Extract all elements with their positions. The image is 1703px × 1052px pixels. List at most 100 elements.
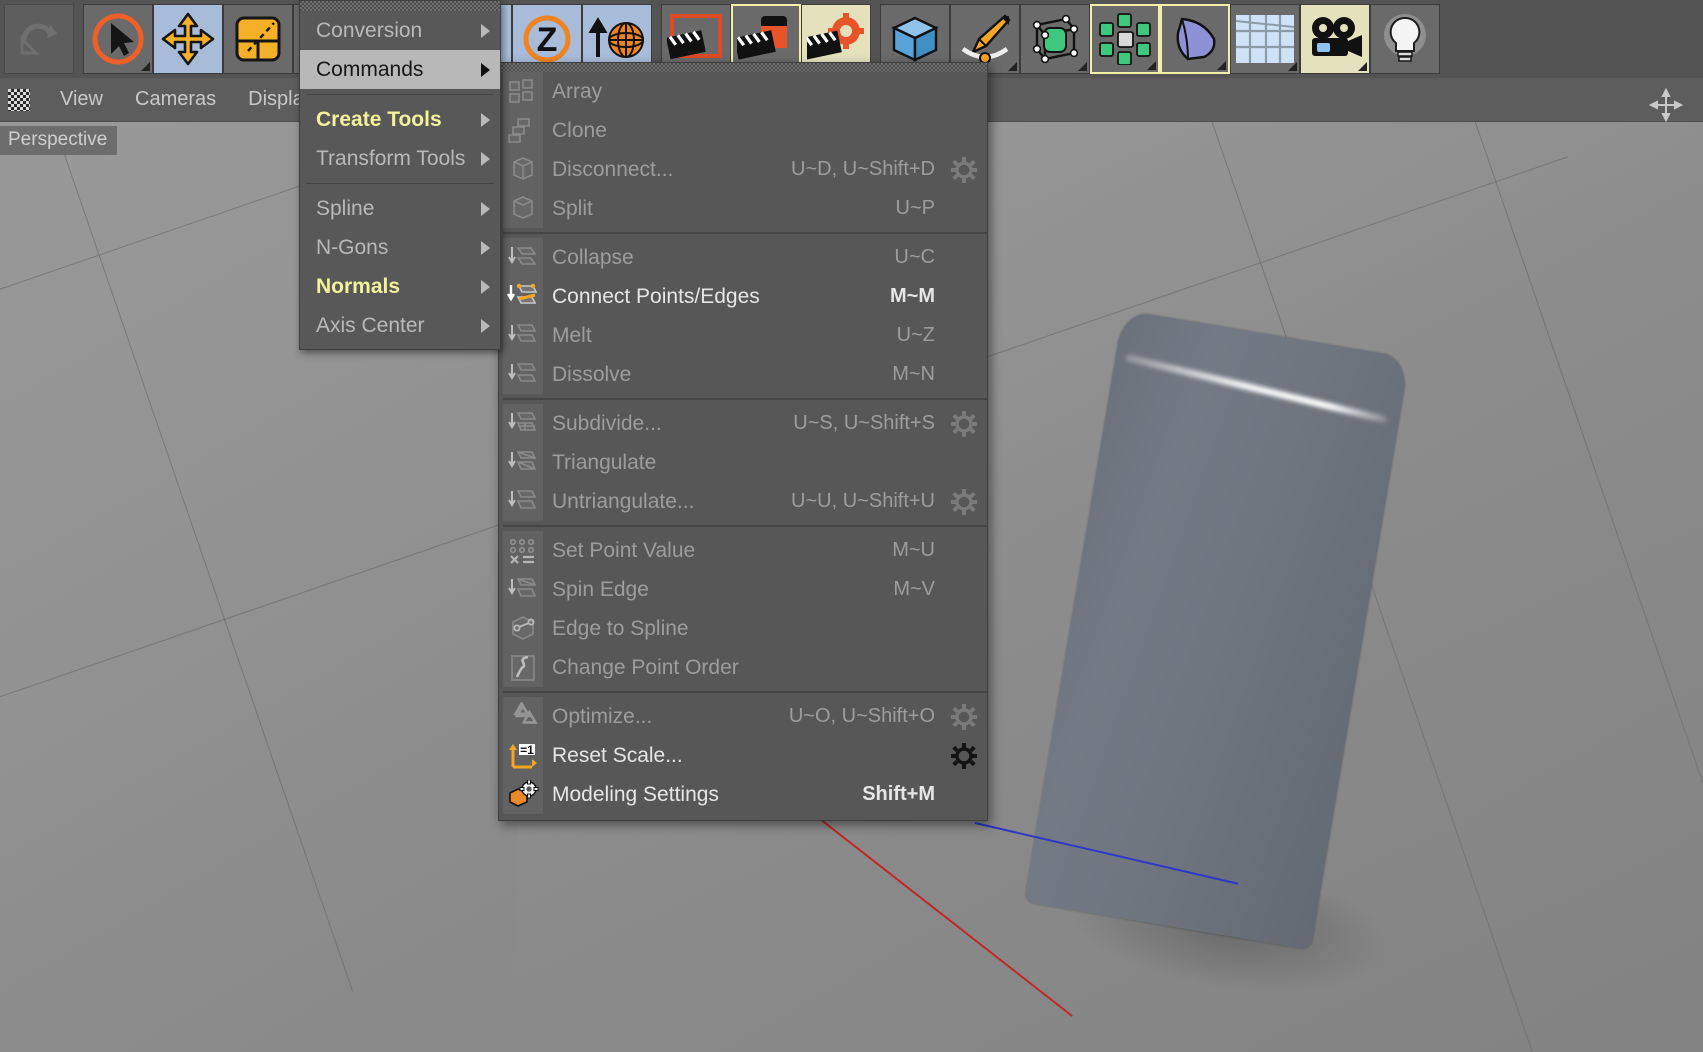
submenu-item-shortcut: M~N [892, 363, 935, 385]
camera-expand-corner[interactable] [1358, 62, 1367, 71]
scale-square-icon [230, 11, 286, 67]
change-point-order-icon [503, 651, 543, 685]
connect-edges-icon [503, 280, 543, 314]
submenu-item-triangulate: Triangulate [499, 443, 987, 482]
floor-environment-button[interactable] [1230, 4, 1300, 74]
set-point-value-icon [503, 534, 543, 568]
selection-tool-button[interactable] [83, 4, 153, 74]
submenu-item-label: Untriangulate... [552, 489, 695, 513]
submenu-group: Subdivide... U~S, U~Shift+S Triangulate U… [499, 404, 987, 521]
pen-expand-corner[interactable] [1008, 62, 1017, 71]
settings-gear-icon[interactable] [949, 703, 979, 730]
menu-item-axis-center[interactable]: Axis Center [300, 306, 500, 345]
submenu-item-label: Collapse [552, 245, 634, 269]
move-arrows-icon [160, 11, 216, 67]
submenu-item-label: Change Point Order [552, 655, 739, 679]
viewport-name-label: Perspective [0, 126, 118, 155]
globe-arrow-icon [586, 11, 648, 67]
menu-item-label: Normals [316, 274, 401, 298]
submenu-item-label: Reset Scale... [552, 743, 683, 767]
submenu-item-set-point-value: Set Point Value M~U [499, 531, 987, 570]
deformer-expand-corner[interactable] [1217, 61, 1226, 70]
floor-expand-corner[interactable] [1288, 62, 1297, 71]
submenu-group: Array Clone Disconnect... U~D, U~Shift+D … [499, 72, 987, 228]
menu-item-commands[interactable]: Commands [300, 50, 500, 89]
edge-to-spline-icon [503, 612, 543, 646]
submenu-item-label: Modeling Settings [552, 782, 719, 806]
submenu-item-connect-points-edges[interactable]: Connect Points/Edges M~M [499, 277, 987, 316]
menu-item-label: Conversion [316, 18, 423, 42]
undo-button[interactable] [4, 4, 74, 74]
menubar-item-view[interactable]: View [44, 88, 119, 111]
move-cross-icon[interactable] [1648, 87, 1684, 125]
nurbs-generator-button[interactable] [1020, 4, 1090, 74]
submenu-drag-strip[interactable] [499, 63, 987, 72]
settings-gear-icon[interactable] [949, 156, 979, 183]
submenu-item-label: Clone [552, 118, 607, 142]
bend-deformer-icon [1168, 13, 1222, 65]
submenu-item-modeling-settings[interactable]: Modeling Settings Shift+M [499, 775, 987, 814]
scale-tool-button[interactable] [223, 4, 293, 74]
menu-drag-strip[interactable] [300, 1, 500, 11]
menu-item-transform-tools[interactable]: Transform Tools [300, 139, 500, 178]
modeling-settings-icon [503, 778, 543, 812]
submenu-item-shortcut: Shift+M [862, 783, 935, 805]
menu-item-label: Axis Center [316, 313, 425, 337]
split-cube-icon [503, 192, 543, 226]
svg-text:Z: Z [537, 21, 558, 59]
submenu-item-label: Optimize... [552, 704, 653, 728]
submenu-item-reset-scale[interactable]: =1 Reset Scale... [499, 736, 987, 775]
camera-icon [1306, 16, 1364, 62]
commands-submenu-panel[interactable]: Array Clone Disconnect... U~D, U~Shift+D … [498, 62, 988, 821]
submenu-item-label: Subdivide... [552, 411, 662, 435]
untriangulate-icon [503, 485, 543, 519]
menu-item-conversion[interactable]: Conversion [300, 11, 500, 50]
modeling-menu-panel[interactable]: Conversion Commands Create Tools Transform … [299, 0, 501, 350]
array-cloner-button[interactable] [1090, 4, 1160, 74]
tool-expand-corner[interactable] [141, 62, 150, 71]
menu-item-label: Transform Tools [316, 146, 466, 170]
camera-button[interactable] [1300, 4, 1370, 74]
green-cube-cage-icon [1028, 13, 1082, 65]
submenu-item-dissolve: Dissolve M~N [499, 355, 987, 394]
drag-grip-icon[interactable] [8, 88, 30, 111]
submenu-arrow-icon [481, 279, 490, 294]
submenu-arrow-icon [481, 240, 490, 255]
settings-gear-icon[interactable] [949, 410, 979, 437]
menu-item-create-tools[interactable]: Create Tools [300, 100, 500, 139]
menubar-item-cameras[interactable]: Cameras [119, 88, 232, 111]
submenu-arrow-icon [481, 201, 490, 216]
submenu-arrow-icon [481, 62, 490, 77]
melt-icon [503, 319, 543, 353]
submenu-item-label: Edge to Spline [552, 616, 689, 640]
menu-item-spline[interactable]: Spline [300, 189, 500, 228]
cloner-expand-corner[interactable] [1147, 61, 1156, 70]
submenu-arrow-icon [481, 112, 490, 127]
axis-z-icon: Z [519, 11, 575, 67]
settings-gear-icon[interactable] [949, 488, 979, 515]
nurbs-expand-corner[interactable] [1078, 62, 1087, 71]
submenu-item-label: Spin Edge [552, 577, 649, 601]
submenu-item-optimize: Optimize... U~O, U~Shift+O [499, 697, 987, 736]
menu-item-n-gons[interactable]: N-Gons [300, 228, 500, 267]
submenu-separator [503, 525, 987, 527]
menu-item-normals[interactable]: Normals [300, 267, 500, 306]
submenu-arrow-icon [481, 151, 490, 166]
submenu-separator [503, 398, 987, 400]
submenu-item-label: Connect Points/Edges [552, 284, 760, 308]
submenu-item-untriangulate: Untriangulate... U~U, U~Shift+U [499, 482, 987, 521]
light-button[interactable] [1370, 4, 1440, 74]
submenu-item-shortcut: U~C [894, 246, 935, 268]
move-tool-button[interactable] [153, 4, 223, 74]
submenu-item-shortcut: M~V [893, 578, 935, 600]
submenu-arrow-icon [481, 23, 490, 38]
submenu-item-shortcut: U~P [895, 197, 935, 219]
settings-gear-icon[interactable] [949, 742, 979, 769]
app-root: X Y Z [0, 0, 1703, 1052]
array-cubes-icon [503, 75, 543, 109]
submenu-item-shortcut: M~M [890, 285, 935, 307]
deformer-button[interactable] [1160, 4, 1230, 74]
submenu-arrow-icon [481, 318, 490, 333]
submenu-separator [503, 232, 987, 234]
pen-icon [957, 13, 1013, 65]
